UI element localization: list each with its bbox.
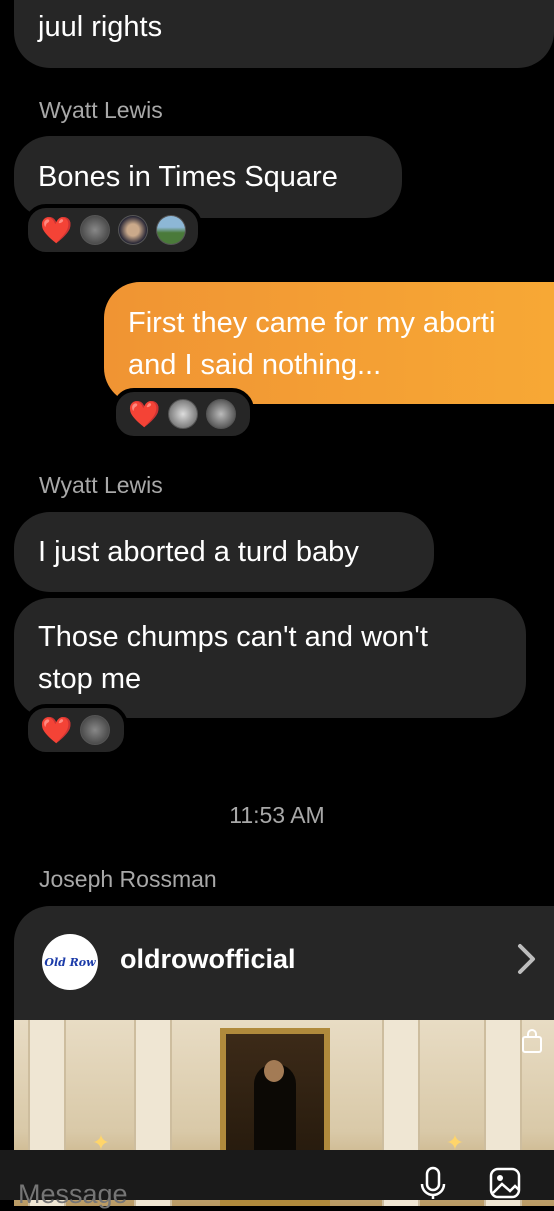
avatar: [118, 215, 149, 245]
message-text-line: stop me: [38, 663, 142, 695]
message-composer: [0, 1150, 554, 1211]
avatar: [168, 399, 199, 429]
message-text: I just aborted a turd baby: [38, 536, 359, 568]
avatar: [80, 715, 111, 745]
message-bubble-partial[interactable]: juul rights: [14, 0, 554, 68]
sender-name: Wyatt Lewis: [39, 472, 163, 498]
post-header[interactable]: Old Row oldrowofficial: [14, 906, 554, 1020]
message-bubble[interactable]: Those chumps can't and won't stop me: [14, 598, 526, 718]
message-text-line: First they came for my aborti: [128, 307, 496, 339]
message-input[interactable]: [16, 1178, 400, 1211]
avatar: [80, 215, 111, 245]
chevron-right-icon[interactable]: [516, 942, 538, 985]
sender-name: Joseph Rossman: [39, 866, 217, 892]
message-text: Bones in Times Square: [38, 161, 338, 193]
heart-reaction-icon: ❤️: [128, 399, 161, 429]
reactions-bar[interactable]: ❤️: [24, 204, 202, 256]
portrait-face: [264, 1060, 284, 1082]
heart-reaction-icon: ❤️: [40, 215, 73, 245]
message-text: juul rights: [38, 11, 163, 43]
microphone-icon[interactable]: [416, 1166, 450, 1200]
sender-name: Wyatt Lewis: [39, 97, 163, 123]
timestamp: 11:53 AM: [229, 802, 325, 828]
profile-logo: Old Row: [42, 934, 98, 990]
reactions-bar[interactable]: ❤️: [24, 704, 128, 756]
message-text-line: and I said nothing...: [128, 349, 382, 381]
message-bubble-outgoing[interactable]: First they came for my aborti and I said…: [104, 282, 554, 404]
photo-gallery-icon[interactable]: [488, 1166, 522, 1200]
reactions-bar[interactable]: ❤️: [112, 388, 254, 440]
message-bubble[interactable]: I just aborted a turd baby: [14, 512, 434, 592]
post-username[interactable]: oldrowofficial: [120, 944, 296, 975]
heart-reaction-icon: ❤️: [40, 715, 73, 745]
avatar: [206, 399, 237, 429]
shopping-bag-icon[interactable]: [518, 1028, 546, 1056]
avatar: [156, 215, 186, 245]
message-text-line: Those chumps can't and won't: [38, 621, 428, 653]
